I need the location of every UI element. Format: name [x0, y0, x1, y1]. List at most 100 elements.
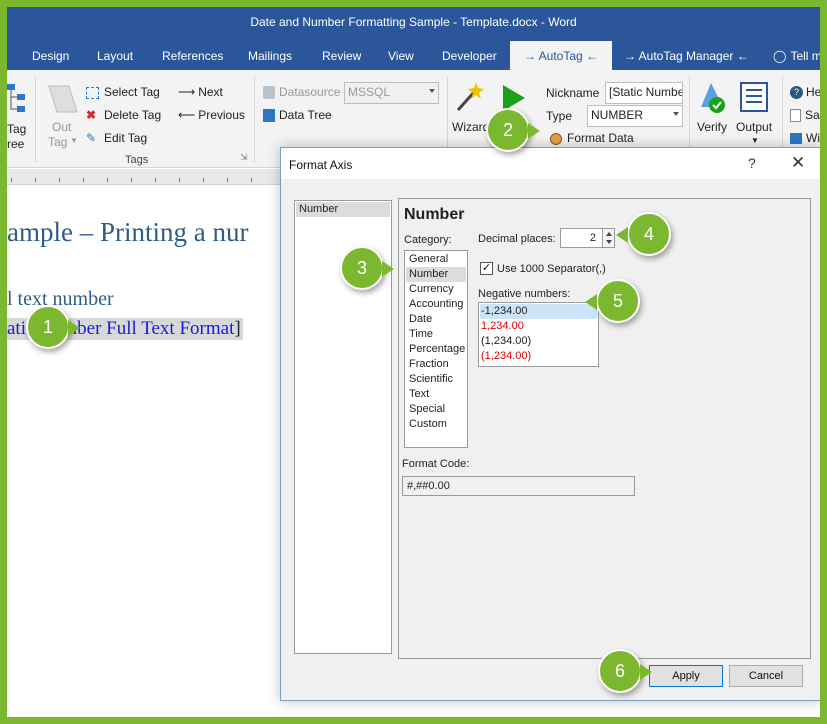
field-bracket: ]	[234, 318, 241, 339]
nickname-field[interactable]: [Static Numbe	[605, 82, 683, 104]
dialog-launcher-icon[interactable]: ⇲	[240, 152, 248, 163]
category-item[interactable]: Percentage	[406, 342, 466, 357]
negative-option[interactable]: (1,234.00)	[480, 349, 597, 364]
negative-option[interactable]: (1,234.00)	[480, 334, 597, 349]
tab-autotag-manager[interactable]: → AutoTag Manager ←	[624, 49, 749, 63]
negative-option[interactable]: 1,234.00	[480, 319, 597, 334]
category-item[interactable]: Scientific	[406, 372, 466, 387]
category-list[interactable]: General Number Currency Accounting Date …	[404, 250, 468, 448]
callout-pointer	[640, 664, 652, 680]
select-tag-label: Select Tag	[104, 85, 160, 99]
wizard-label: Wizard	[452, 120, 490, 134]
arrow-left-icon: ⟵	[178, 108, 196, 122]
format-data-label: Format Data	[567, 131, 634, 145]
previous-label: Previous	[198, 108, 245, 122]
title-bar: Date and Number Formatting Sample - Temp…	[7, 7, 820, 40]
apply-button[interactable]: Apply	[649, 665, 723, 687]
help-button[interactable]: ? He	[790, 85, 820, 100]
category-item[interactable]: General	[406, 252, 466, 267]
document-heading: ample – Printing a nur	[7, 217, 249, 247]
edit-tag-button[interactable]: ✎ Edit Tag	[86, 131, 147, 145]
output-icon[interactable]	[740, 82, 768, 115]
tell-me-label: Tell m	[790, 49, 820, 63]
type-label: Type	[546, 109, 573, 123]
lightbulb-icon: ◯	[773, 49, 787, 63]
tab-tell-me[interactable]: ◯ Tell m	[773, 49, 820, 63]
wi-label: Wi	[806, 131, 820, 145]
previous-button[interactable]: ⟵ Previous	[178, 108, 245, 122]
nickname-label: Nickname	[546, 86, 600, 100]
callout-marker: 5	[596, 279, 640, 323]
tag-tree-label-2: ree	[7, 137, 25, 151]
callout-pointer	[382, 261, 394, 277]
close-icon[interactable]: ✕	[791, 153, 805, 173]
format-code-label: Format Code:	[402, 458, 470, 470]
decimal-places-stepper[interactable]	[602, 228, 615, 248]
next-label: Next	[198, 85, 223, 99]
decimal-places-input[interactable]: 2	[560, 228, 603, 248]
document-icon	[790, 109, 801, 123]
category-label: Category:	[404, 234, 452, 246]
category-item[interactable]: Custom	[406, 417, 466, 432]
tab-design[interactable]: Design	[32, 49, 69, 63]
category-item[interactable]: Time	[406, 327, 466, 342]
tab-references[interactable]: References	[162, 49, 223, 63]
palette-icon	[550, 132, 562, 145]
tab-autotag[interactable]: → AutoTag ←	[510, 41, 613, 70]
category-item[interactable]: Special	[406, 402, 466, 417]
ribbon-tabs: Design Layout References Mailings Review…	[7, 40, 820, 70]
callout-marker: 2	[486, 108, 530, 152]
wi-button[interactable]: Wi	[790, 131, 820, 145]
wizard-icon[interactable]	[454, 80, 486, 117]
tab-developer[interactable]: Developer	[442, 49, 497, 63]
category-item[interactable]: Currency	[406, 282, 466, 297]
arrow-right-icon: ⟶	[178, 85, 196, 99]
document-subheading: l text number	[7, 288, 114, 310]
category-item[interactable]: Text	[406, 387, 466, 402]
delete-tag-button[interactable]: ✖ Delete Tag	[86, 108, 161, 122]
out-tag-icon[interactable]	[47, 82, 79, 119]
tab-mailings[interactable]: Mailings	[248, 49, 292, 63]
tag-tree-icon[interactable]	[7, 82, 27, 119]
out-tag-label-1: Out	[52, 120, 72, 134]
tab-view[interactable]: View	[388, 49, 414, 63]
use-separator-checkbox[interactable]: ✓	[480, 262, 493, 275]
sa-button[interactable]: Sa	[790, 108, 820, 123]
callout-pointer	[528, 123, 540, 139]
decimal-places-label: Decimal places:	[478, 233, 556, 245]
window-title: Date and Number Formatting Sample - Temp…	[250, 15, 577, 29]
tab-layout[interactable]: Layout	[97, 49, 133, 63]
verify-icon[interactable]	[697, 81, 727, 118]
format-code-field[interactable]: #,##0.00	[402, 476, 635, 496]
chevron-down-icon	[673, 112, 679, 116]
chevron-down-icon[interactable]	[606, 240, 612, 244]
data-tree-button[interactable]: Data Tree	[263, 108, 332, 123]
type-value: NUMBER	[591, 108, 644, 122]
callout-pointer	[616, 227, 628, 243]
callout-marker: 3	[340, 246, 384, 290]
out-tag-label-2: Tag	[48, 135, 68, 149]
help-icon[interactable]: ?	[748, 155, 756, 171]
window-icon	[790, 133, 802, 145]
format-data-button[interactable]: Format Data	[550, 131, 634, 145]
select-tag-button[interactable]: Select Tag	[86, 85, 160, 99]
help-label: He	[806, 85, 820, 99]
next-button[interactable]: ⟶ Next	[178, 85, 223, 99]
output-label: Output	[736, 120, 773, 134]
callout-pointer	[68, 320, 80, 336]
cancel-button[interactable]: Cancel	[729, 665, 803, 687]
negative-option-selected[interactable]: -1,234.00	[480, 304, 597, 319]
datasource-select[interactable]: MSSQL	[344, 82, 439, 104]
category-item[interactable]: Accounting	[406, 297, 466, 312]
type-select[interactable]: NUMBER	[587, 105, 683, 127]
select-tag-icon	[86, 86, 99, 99]
chevron-up-icon[interactable]	[606, 232, 612, 236]
category-item-selected[interactable]: Number	[406, 267, 466, 282]
tab-review[interactable]: Review	[322, 49, 361, 63]
nav-item-number[interactable]: Number	[296, 202, 390, 217]
callout-marker: 6	[598, 649, 642, 693]
category-item[interactable]: Date	[406, 312, 466, 327]
negative-numbers-list[interactable]: -1,234.00 1,234.00 (1,234.00) (1,234.00)	[478, 302, 599, 367]
category-item[interactable]: Fraction	[406, 357, 466, 372]
format-axis-dialog: Format Axis ? ✕ Number Number Category: …	[280, 147, 820, 701]
